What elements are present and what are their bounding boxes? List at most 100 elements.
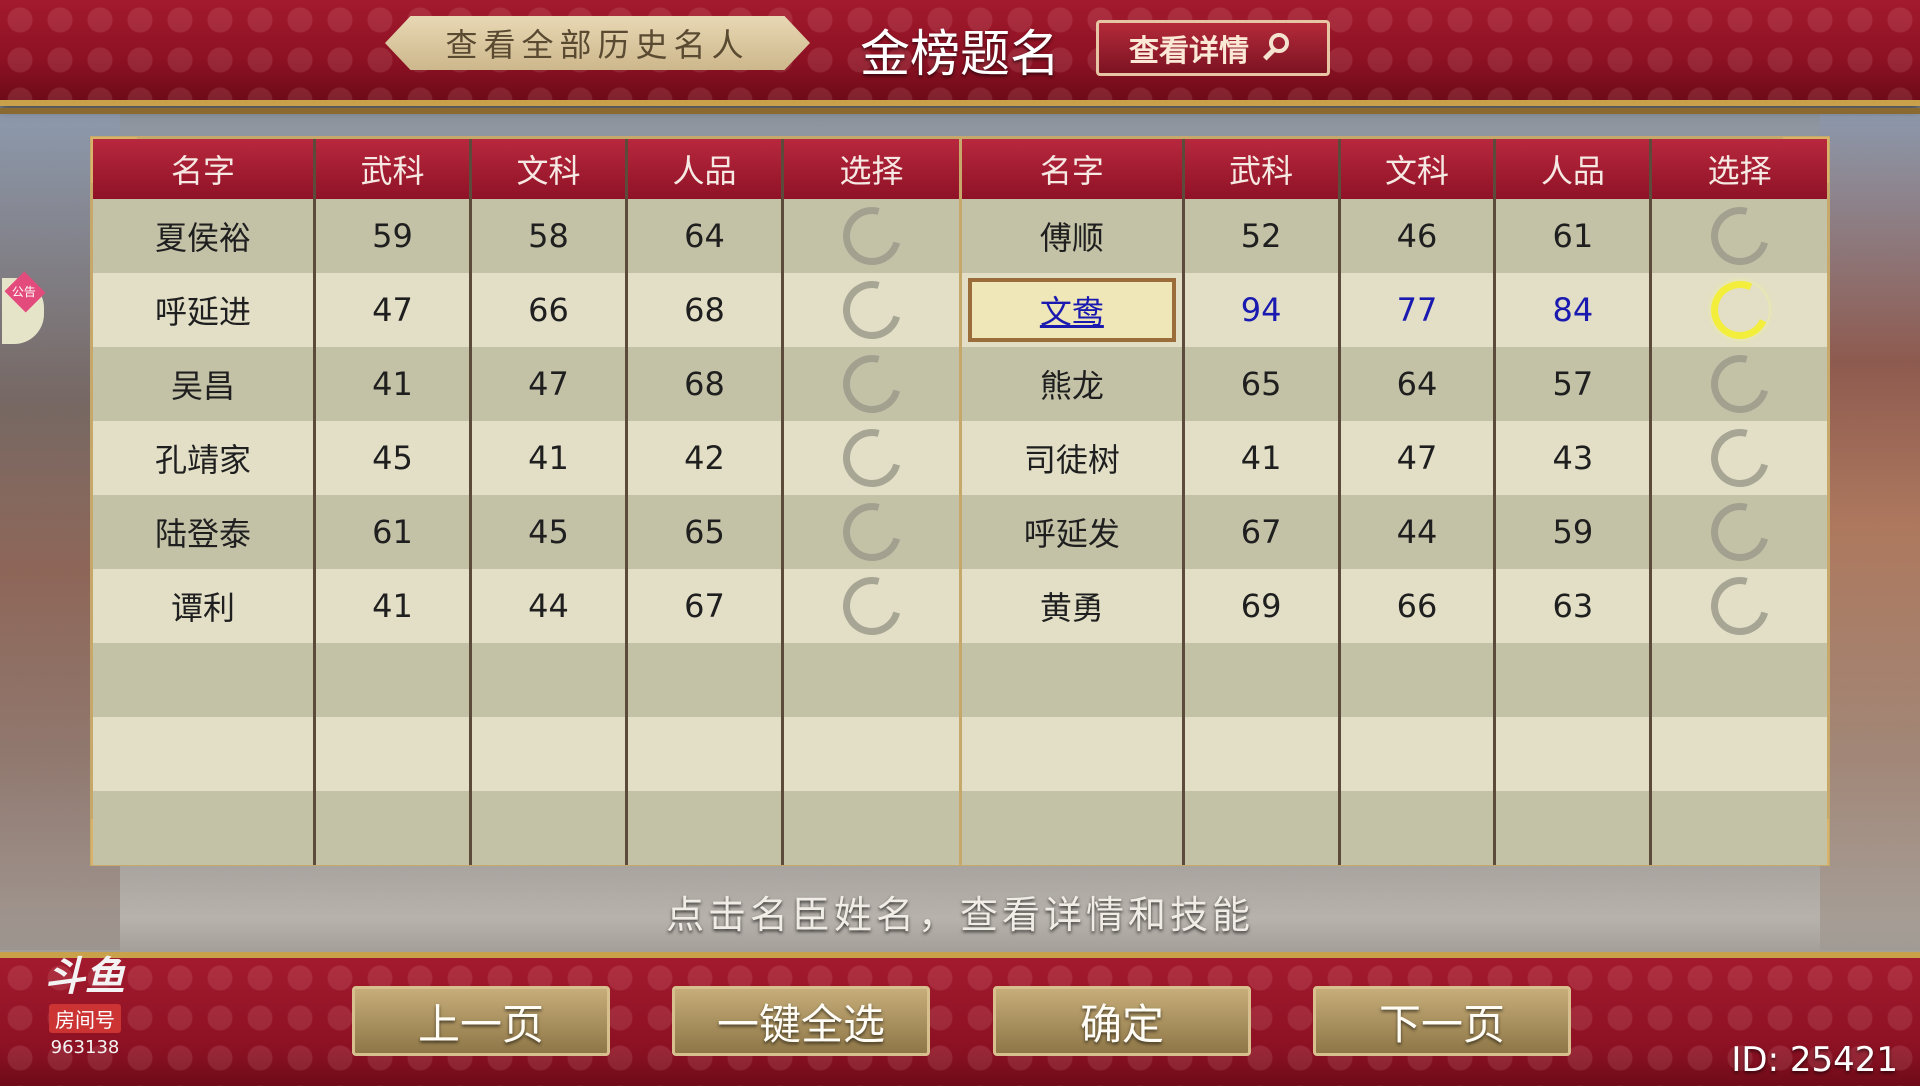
cell-wen [1341, 717, 1497, 791]
cell-renpin: 61 [1496, 199, 1653, 273]
select-cell[interactable] [1652, 196, 1827, 276]
empty-row [93, 791, 959, 865]
next-page-button[interactable]: 下一页 [1313, 986, 1571, 1056]
select-cell[interactable] [1652, 492, 1827, 572]
select-cell[interactable] [1652, 272, 1827, 348]
stat-value: 94 [1240, 291, 1282, 329]
select-all-button[interactable]: 一键全选 [672, 986, 930, 1056]
candidate-name-label: 熊龙 [1039, 367, 1104, 405]
unselected-ring-icon[interactable] [1700, 418, 1780, 498]
cell-wen: 44 [472, 569, 628, 643]
cell-sel [784, 717, 959, 791]
cell-wu: 69 [1185, 569, 1341, 643]
candidate-name-label: 夏侯裕 [154, 219, 251, 257]
select-cell[interactable] [784, 492, 959, 572]
cell-wu [1185, 791, 1341, 865]
candidate-name[interactable]: 陆登泰 [93, 495, 316, 569]
table-row: 呼延进 47 66 68 [93, 270, 959, 350]
candidate-name[interactable]: 呼延发 [962, 495, 1185, 569]
unselected-ring-icon[interactable] [1700, 196, 1780, 276]
table-row: 谭利 41 44 67 [93, 566, 959, 646]
cell-wen: 64 [1341, 347, 1497, 421]
cell-wu: 47 [316, 273, 472, 347]
candidate-name[interactable]: 熊龙 [962, 347, 1185, 421]
unselected-ring-icon[interactable] [1700, 566, 1780, 646]
unselected-ring-icon[interactable] [831, 270, 912, 350]
col-name: 名字 [962, 139, 1185, 199]
cell-name [93, 717, 316, 791]
candidate-name[interactable]: 文鸯 [962, 273, 1185, 347]
confirm-button[interactable]: 确定 [993, 986, 1251, 1056]
cell-wu [316, 717, 472, 791]
stat-value: 65 [684, 513, 725, 551]
stat-value: 41 [528, 439, 569, 477]
candidate-name-label: 司徒树 [1023, 441, 1120, 479]
selected-ring-icon[interactable] [1702, 272, 1777, 348]
col-wenke: 文科 [472, 139, 628, 199]
cell-wen [1341, 791, 1497, 865]
cell-renpin [1496, 791, 1653, 865]
stat-value: 68 [684, 365, 725, 403]
candidate-name[interactable]: 司徒树 [962, 421, 1185, 495]
view-all-history-button[interactable]: 查看全部历史名人 [385, 16, 810, 70]
unselected-ring-icon[interactable] [1700, 492, 1780, 572]
stat-value: 52 [1240, 217, 1282, 255]
select-cell[interactable] [1652, 566, 1827, 646]
stat-value: 43 [1552, 439, 1594, 477]
stat-value: 63 [1552, 587, 1594, 625]
col-renpin: 人品 [628, 139, 784, 199]
candidate-name[interactable]: 夏侯裕 [93, 199, 316, 273]
cell-sel [784, 791, 959, 865]
cell-wen: 47 [472, 347, 628, 421]
stat-value: 66 [528, 291, 569, 329]
candidate-name[interactable]: 傅顺 [962, 199, 1185, 273]
select-cell[interactable] [784, 344, 959, 424]
stat-value: 47 [1396, 439, 1438, 477]
table-row: 陆登泰 61 45 65 [93, 492, 959, 572]
candidate-name[interactable]: 黄勇 [962, 569, 1185, 643]
select-cell[interactable] [1652, 418, 1827, 498]
empty-row [93, 643, 959, 717]
stat-value: 66 [1396, 587, 1438, 625]
cell-renpin: 84 [1496, 273, 1653, 347]
hint-text: 点击名臣姓名，查看详情和技能 [665, 893, 1254, 937]
select-cell[interactable] [784, 418, 959, 498]
stat-value: 77 [1396, 291, 1438, 329]
select-cell[interactable] [784, 196, 959, 276]
candidate-name-label: 呼延进 [154, 293, 251, 331]
candidate-name-label: 黄勇 [1039, 589, 1104, 627]
select-cell[interactable] [784, 270, 959, 350]
col-select: 选择 [839, 152, 904, 190]
select-cell[interactable] [1652, 344, 1827, 424]
page-title: 金榜题名 [860, 25, 1060, 83]
col-name: 名字 [93, 139, 316, 199]
cell-wen [472, 643, 628, 717]
table-row: 吴昌 41 47 68 [93, 344, 959, 424]
unselected-ring-icon[interactable] [831, 566, 912, 646]
cell-wen: 66 [472, 273, 628, 347]
cell-renpin: 43 [1496, 421, 1653, 495]
select-cell[interactable] [784, 566, 959, 646]
cell-wu: 41 [316, 347, 472, 421]
view-details-button[interactable]: 查看详情 [1096, 20, 1330, 76]
candidate-name[interactable]: 孔靖家 [93, 421, 316, 495]
cell-renpin: 67 [628, 569, 784, 643]
unselected-ring-icon[interactable] [1700, 344, 1780, 424]
candidate-name[interactable]: 吴昌 [93, 347, 316, 421]
col-select: 选择 [1707, 152, 1772, 190]
candidate-name-label: 孔靖家 [154, 441, 251, 479]
unselected-ring-icon[interactable] [831, 418, 912, 498]
cell-wen [1341, 643, 1497, 717]
stat-value: 41 [1240, 439, 1282, 477]
cell-renpin: 65 [628, 495, 784, 569]
cell-wu: 45 [316, 421, 472, 495]
candidate-name[interactable]: 呼延进 [93, 273, 316, 347]
unselected-ring-icon[interactable] [831, 344, 912, 424]
search-icon [1263, 33, 1293, 63]
prev-page-button[interactable]: 上一页 [352, 986, 610, 1056]
candidate-name[interactable]: 谭利 [93, 569, 316, 643]
unselected-ring-icon[interactable] [831, 196, 912, 276]
cell-renpin [628, 717, 784, 791]
unselected-ring-icon[interactable] [831, 492, 912, 572]
logo-mark: 斗鱼 [45, 954, 125, 1000]
